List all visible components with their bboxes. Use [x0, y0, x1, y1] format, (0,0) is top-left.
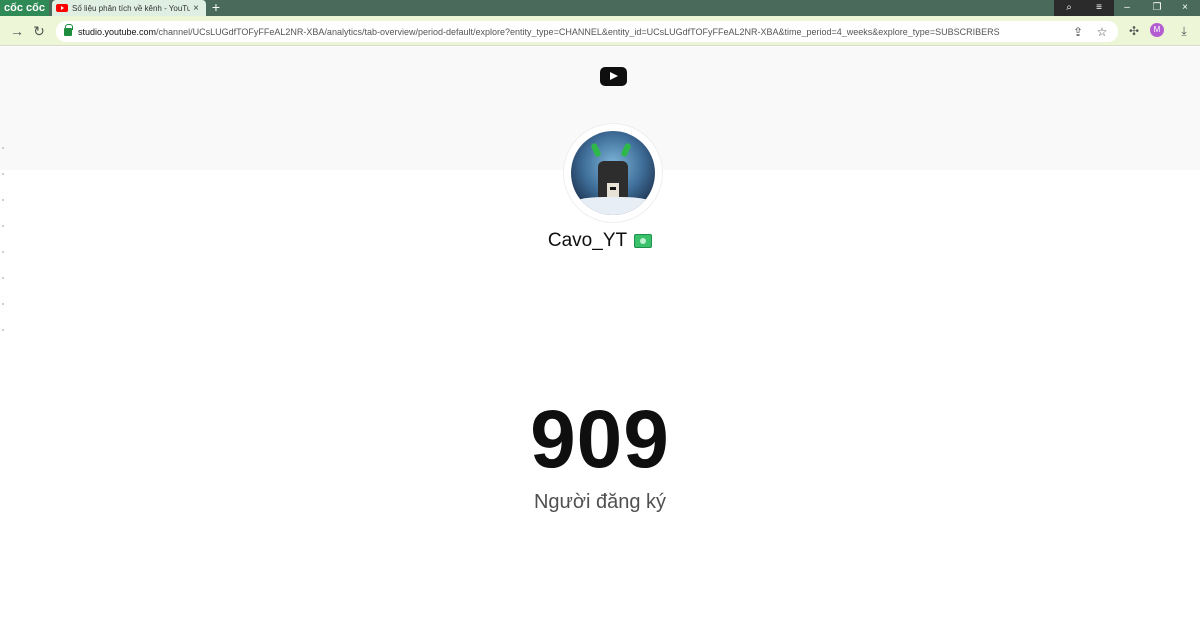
address-bar[interactable]: studio.youtube.com/channel/UCsLUGdfTOFyF… — [56, 21, 1118, 42]
url-text[interactable]: studio.youtube.com/channel/UCsLUGdfTOFyF… — [78, 27, 1062, 37]
tab-strip: cốc cốc Số liệu phân tích về kênh - YouT… — [0, 0, 1200, 16]
channel-name: Cavo_YT — [547, 230, 628, 251]
tab-search-icon[interactable]: ⌕ — [1054, 0, 1084, 16]
reload-icon[interactable]: ↻ — [30, 22, 48, 40]
tab-close-icon[interactable]: × — [190, 3, 202, 14]
lock-icon — [64, 23, 73, 36]
subscriber-label: Người đăng ký — [533, 491, 667, 513]
browser-toolbar: → ↻ studio.youtube.com/channel/UCsLUGdfT… — [0, 16, 1200, 46]
channel-avatar-image — [571, 131, 655, 215]
youtube-logo-icon[interactable] — [600, 67, 627, 86]
share-icon[interactable]: ⇪ — [1070, 24, 1086, 40]
sidebar-toggle-icon[interactable]: ≡ — [1084, 0, 1114, 16]
url-host: studio.youtube.com — [78, 26, 157, 37]
youtube-favicon-icon — [56, 4, 68, 12]
puzzle-icon[interactable]: ✣ — [1126, 23, 1142, 39]
new-tab-button[interactable]: + — [208, 0, 224, 16]
browser-brand-logo[interactable]: cốc cốc — [0, 0, 49, 16]
download-icon[interactable]: ⤓ — [1176, 23, 1192, 39]
minimize-button[interactable]: – — [1112, 0, 1142, 16]
restore-button[interactable]: ❐ — [1142, 0, 1172, 16]
profile-avatar[interactable]: M — [1150, 23, 1164, 37]
subscriber-count: 909 — [530, 394, 670, 485]
channel-name-row: Cavo_YT — [0, 229, 1200, 253]
money-emoji-icon — [634, 234, 653, 248]
star-icon[interactable]: ☆ — [1094, 24, 1110, 40]
page-content: Cavo_YT 909 Người đăng ký — [0, 47, 1200, 632]
tab-title: Số liệu phân tích về kênh - YouTu — [72, 3, 190, 13]
url-path: /channel/UCsLUGdfTOFyFFeAL2NR-XBA/analyt… — [156, 26, 1000, 37]
forward-arrow-icon[interactable]: → — [8, 22, 26, 40]
close-window-button[interactable]: × — [1170, 0, 1200, 16]
channel-avatar — [564, 124, 662, 222]
tab-youtube-analytics[interactable]: Số liệu phân tích về kênh - YouTu × — [52, 0, 206, 16]
